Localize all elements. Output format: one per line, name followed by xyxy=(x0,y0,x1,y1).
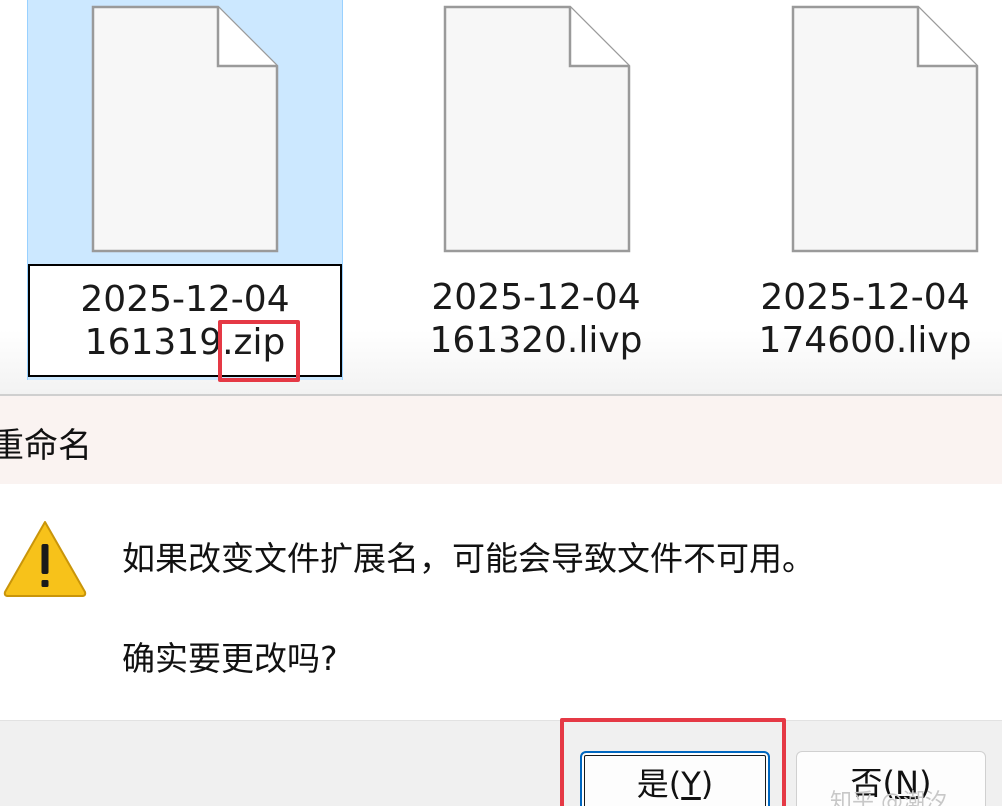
file-item[interactable]: 2025-12-04 174600.livp xyxy=(728,0,1002,380)
yes-button-label: 是( xyxy=(636,765,682,803)
file-name-line2: 174600.livp xyxy=(758,320,972,361)
rename-input[interactable]: 2025-12-04 161319.zip xyxy=(28,264,342,377)
rename-input-line2: 161319.zip xyxy=(30,321,340,364)
file-name-line1: 2025-12-04 xyxy=(760,277,970,318)
file-name-line1: 2025-12-04 xyxy=(431,277,641,318)
file-name-line2: 161320.livp xyxy=(429,320,643,361)
file-icon xyxy=(90,4,280,254)
file-icon xyxy=(790,4,980,254)
dialog-titlebar[interactable]: 重命名 xyxy=(0,396,1002,484)
screen: 2025-12-04 161319.zip 2025-12-04 161320.… xyxy=(0,0,1002,806)
file-icon xyxy=(442,4,632,254)
rename-warning-dialog: 重命名 如果改变文件扩展名，可能会导致文件不可用。 确实要更改吗? 是(Y) 否… xyxy=(0,394,1002,806)
file-name: 2025-12-04 161320.livp xyxy=(378,276,694,362)
dialog-message: 如果改变文件扩展名，可能会导致文件不可用。 xyxy=(122,539,815,578)
file-name: 2025-12-04 174600.livp xyxy=(728,276,1002,362)
file-item[interactable]: 2025-12-04 161320.livp xyxy=(378,0,694,380)
rename-input-extension: .zip xyxy=(222,322,286,363)
yes-button-suffix: ) xyxy=(700,765,714,803)
yes-button-mnemonic: Y xyxy=(681,765,701,803)
rename-input-stem: 161319 xyxy=(84,322,223,363)
watermark: 知乎 @潮汐 xyxy=(830,790,947,806)
yes-button[interactable]: 是(Y) xyxy=(580,751,770,806)
dialog-question: 确实要更改吗? xyxy=(122,639,338,678)
dialog-title: 重命名 xyxy=(0,426,92,466)
warning-icon xyxy=(2,518,88,598)
file-explorer-view: 2025-12-04 161319.zip 2025-12-04 161320.… xyxy=(0,0,1002,396)
rename-input-line1: 2025-12-04 xyxy=(80,279,290,320)
